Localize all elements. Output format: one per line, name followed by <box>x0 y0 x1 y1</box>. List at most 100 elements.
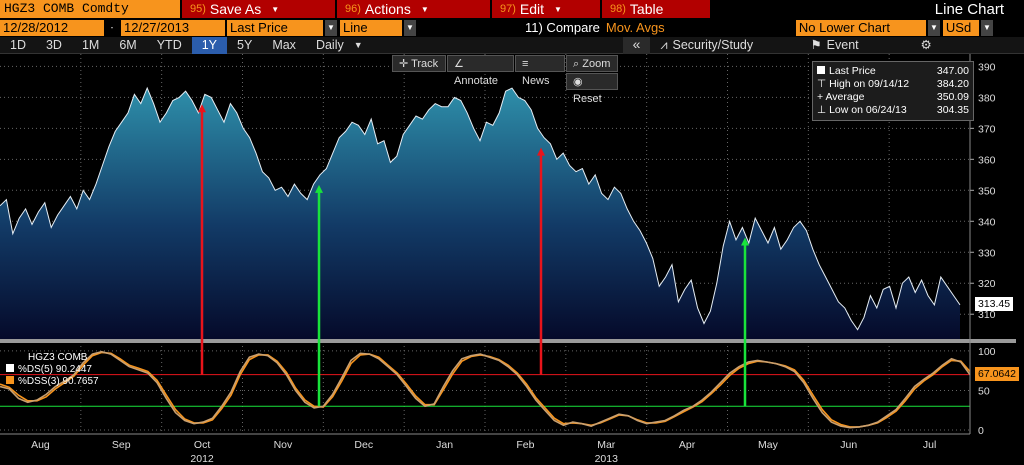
range-button-1d[interactable]: 1D <box>0 37 36 54</box>
annotate-button[interactable]: ∠ Annotate <box>447 55 514 87</box>
currency-select[interactable]: USd <box>942 19 979 36</box>
x-tick-label: Sep <box>112 439 131 451</box>
edit-menu[interactable]: 97) Edit ▼ <box>490 0 600 18</box>
settings-bar: 12/28/2012 - 12/27/2013 Last Price ▼ Lin… <box>0 19 1024 36</box>
stoch-row-ds: %DS(5) 90.2447 <box>6 364 99 376</box>
menu-number: 95) <box>190 3 206 15</box>
reset-label: Reset <box>573 93 602 105</box>
security-study-label: Security/Study <box>672 37 754 52</box>
news-icon: ≡ <box>522 58 529 70</box>
compare-select[interactable]: Mov. Avgs <box>606 20 796 35</box>
x-tick-label: Aug <box>31 439 50 451</box>
chevron-down-icon: ▼ <box>420 4 429 14</box>
stoch-last-tag: 67.0642 <box>975 367 1019 381</box>
legend-text: Average <box>825 91 865 103</box>
event-label: Event <box>826 37 859 52</box>
chart-kind-select[interactable]: Line <box>340 19 402 36</box>
price-field-select[interactable]: Last Price <box>227 19 323 36</box>
panel-divider[interactable] <box>0 339 1016 343</box>
chevron-down-icon: ▼ <box>271 4 280 14</box>
stoch-row-dss: %DSS(3) 90.7657 <box>6 376 99 388</box>
legend-low-value: 304.35 <box>936 104 969 116</box>
chevron-down-icon[interactable]: ▼ <box>980 19 993 36</box>
legend-avg-label: + Average <box>817 91 864 104</box>
y-tick-label: 320 <box>978 278 996 290</box>
track-label: Track <box>411 58 439 70</box>
track-button[interactable]: ✛ Track <box>392 55 446 72</box>
menu-label: Table <box>629 1 664 17</box>
range-button-max[interactable]: Max <box>262 37 306 54</box>
chevron-down-icon: ▼ <box>353 39 363 50</box>
ticker-field[interactable]: HGZ3 COMB Comdty <box>0 0 180 18</box>
white-square-icon <box>817 66 825 74</box>
period-select[interactable]: Daily ▼ <box>306 37 373 54</box>
menu-label: Save As <box>209 1 262 17</box>
y-tick-label: 340 <box>978 216 996 228</box>
stoch-title: HGZ3 COMB <box>28 352 88 363</box>
legend-high-label: ⊤ High on 09/14/12 <box>817 78 909 91</box>
x-tick-label: Apr <box>679 439 696 451</box>
x-tick-label: Feb <box>516 439 534 451</box>
last-price-tag: 313.45 <box>975 297 1014 311</box>
stoch-ds-value: 90.2447 <box>55 364 92 375</box>
legend-row-high: ⊤ High on 09/14/12 384.20 <box>817 78 969 91</box>
news-button[interactable]: ≡ News <box>515 55 565 87</box>
stoch-ds-line <box>0 350 971 429</box>
y-tick-label: 390 <box>978 61 996 73</box>
security-study-button[interactable]: ⩘ Security/Study <box>650 37 800 54</box>
news-label: News <box>522 75 550 87</box>
start-date-field[interactable]: 12/28/2012 <box>0 19 104 36</box>
legend-last-label: Last Price <box>817 65 876 78</box>
date-separator: - <box>106 19 118 36</box>
stoch-tick-label: 50 <box>978 385 990 397</box>
legend-avg-value: 350.09 <box>936 91 969 103</box>
chevron-down-icon[interactable]: ▼ <box>325 19 337 36</box>
range-button-ytd[interactable]: YTD <box>147 37 192 54</box>
stoch-ds-label: %DS(5) <box>18 364 54 375</box>
range-button-6m[interactable]: 6M <box>109 37 146 54</box>
lower-chart-select[interactable]: No Lower Chart <box>795 19 926 36</box>
flag-icon: ⚑ <box>810 37 822 52</box>
chevron-down-icon: ▼ <box>554 4 562 14</box>
x-tick-label: Oct <box>194 439 210 451</box>
white-square-icon <box>6 364 14 372</box>
legend-text: Low on 06/24/13 <box>829 104 907 116</box>
range-button-1y[interactable]: 1Y <box>191 36 228 54</box>
y-tick-label: 360 <box>978 154 996 166</box>
range-button-3d[interactable]: 3D <box>36 37 72 54</box>
settings-gear-icon[interactable]: ⚙ <box>910 37 941 54</box>
legend-row-last: Last Price 347.00 <box>817 65 969 78</box>
x-tick-label: Jun <box>840 439 857 451</box>
x-tick-label: Jul <box>923 439 936 451</box>
collapse-button[interactable]: « <box>622 36 651 54</box>
orange-square-icon <box>6 376 14 384</box>
end-date-field[interactable]: 12/27/2013 <box>121 19 225 36</box>
header-bar: HGZ3 COMB Comdty 95) Save As ▼ 96) Actio… <box>0 0 1024 18</box>
crosshair-icon: ✛ <box>399 58 409 70</box>
x-tick-label: Nov <box>274 439 293 451</box>
y-tick-label: 310 <box>978 309 996 321</box>
zoom-label: Zoom <box>582 58 611 70</box>
period-label: Daily <box>315 37 344 52</box>
menu-label: Actions <box>364 1 411 17</box>
chevron-down-icon[interactable]: ▼ <box>927 19 940 36</box>
event-button[interactable]: ⚑ Event <box>800 37 910 54</box>
x-tick-label: Dec <box>354 439 373 451</box>
reset-icon: ◉ <box>573 76 583 88</box>
magnifier-icon: ⌕ <box>573 58 580 70</box>
legend-row-low: ⊥ Low on 06/24/13 304.35 <box>817 104 969 117</box>
page-title: Line Chart <box>934 0 1004 18</box>
y-tick-label: 330 <box>978 247 996 259</box>
reset-button[interactable]: ◉ Reset <box>566 73 618 105</box>
year-label: 2013 <box>595 453 619 465</box>
chevron-down-icon[interactable]: ▼ <box>404 19 416 36</box>
save-as-menu[interactable]: 95) Save As ▼ <box>180 0 335 18</box>
stoch-legend: HGZ3 COMB %DS(5) 90.2447 %DSS(3) 90.7657 <box>6 352 99 388</box>
table-menu[interactable]: 98) Table <box>600 0 710 18</box>
range-button-5y[interactable]: 5Y <box>227 37 262 54</box>
range-button-1m[interactable]: 1M <box>72 37 109 54</box>
low-marker-icon: ⊥ <box>817 104 830 116</box>
zoom-button[interactable]: ⌕ Zoom <box>566 55 618 72</box>
actions-menu[interactable]: 96) Actions ▼ <box>335 0 490 18</box>
line-chart-icon: ⩘ <box>660 37 668 52</box>
